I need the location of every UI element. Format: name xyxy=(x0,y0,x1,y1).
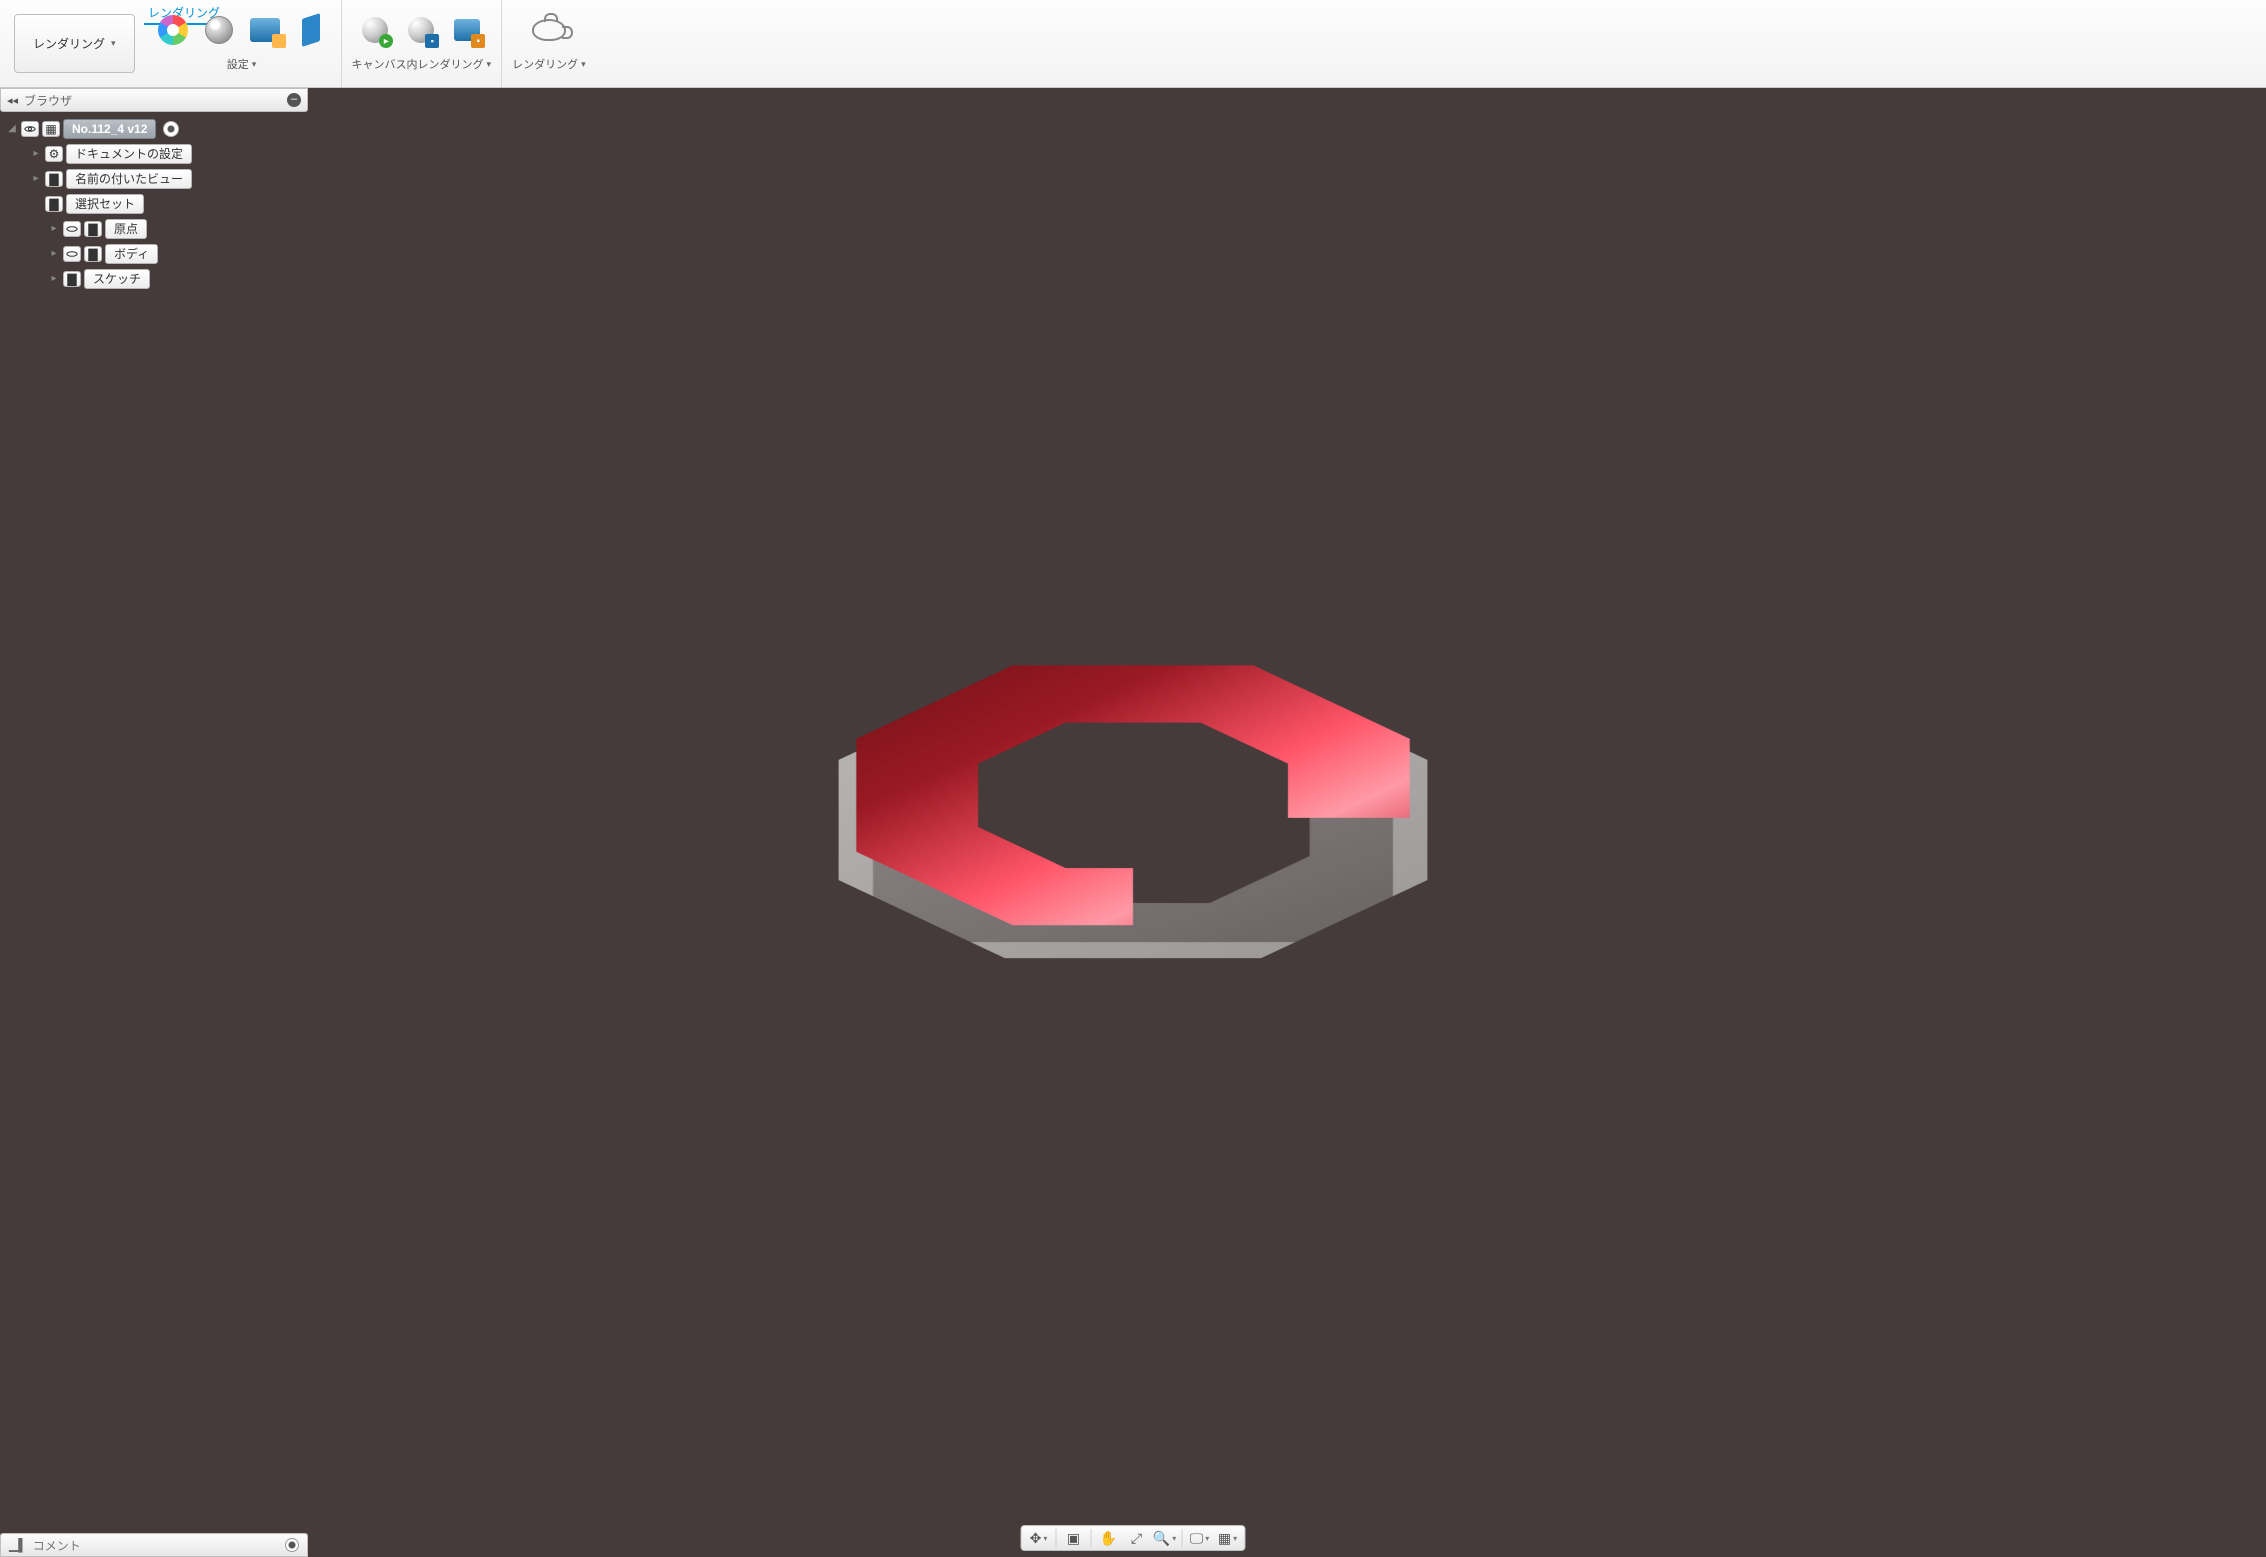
tree-item-document-settings[interactable]: ▸ ⚙ ドキュメントの設定 xyxy=(0,141,308,166)
appearance-button[interactable] xyxy=(153,10,193,50)
tree-twisty[interactable]: ▸ xyxy=(48,273,60,284)
teapot-icon xyxy=(532,19,566,41)
incanvas-save-button[interactable]: ▪ xyxy=(401,10,441,50)
tree-item-selection-sets[interactable]: ▸ ▇ 選択セット xyxy=(0,191,308,216)
tree-twisty[interactable]: ▸ xyxy=(30,173,42,184)
folder-icon: ▇ xyxy=(63,271,81,287)
eye-icon xyxy=(66,248,78,260)
comments-bar: ▁▌ コメント xyxy=(0,1533,308,1557)
tree-item-named-views[interactable]: ▸ ▇ 名前の付いたビュー xyxy=(0,166,308,191)
viewport[interactable]: ◂◂ ブラウザ – ◢ ▦ No.112_4 v12 ▸ ⚙ ドキュメントの設定… xyxy=(0,88,2266,1557)
texture-map-button[interactable] xyxy=(291,10,331,50)
model-preview xyxy=(813,670,1453,970)
visibility-toggle[interactable] xyxy=(63,246,81,262)
orbit-button[interactable]: ✥ xyxy=(1026,1527,1052,1549)
browser-minimize-button[interactable]: – xyxy=(287,93,301,107)
save-badge-icon: ▪ xyxy=(425,34,439,48)
eye-icon xyxy=(24,123,36,135)
visibility-toggle[interactable] xyxy=(63,221,81,237)
tree-item-sketches[interactable]: ▸ ▇ スケッチ xyxy=(0,266,308,291)
comments-toggle[interactable] xyxy=(285,1538,299,1552)
zoom-window-button[interactable]: 🔍 xyxy=(1152,1527,1178,1549)
look-at-button[interactable]: ▣ xyxy=(1061,1527,1087,1549)
toolbar-group-setup: 設定 xyxy=(143,0,342,87)
comments-label: コメント xyxy=(33,1537,81,1554)
incanvas-settings-button[interactable]: ▪ xyxy=(447,10,487,50)
decal-icon xyxy=(250,18,280,42)
decal-button[interactable] xyxy=(245,10,285,50)
sphere-icon xyxy=(205,16,233,44)
comments-expand-button[interactable]: ▁▌ xyxy=(9,1538,27,1552)
setup-caption[interactable]: 設定 xyxy=(227,56,257,72)
browser-title: ブラウザ xyxy=(24,92,281,109)
scene-settings-button[interactable] xyxy=(199,10,239,50)
eye-icon xyxy=(66,223,78,235)
render-caption[interactable]: レンダリング xyxy=(512,56,586,72)
tree-root-label[interactable]: No.112_4 v12 xyxy=(63,119,156,139)
tree-label[interactable]: スケッチ xyxy=(84,269,150,289)
tree-label[interactable]: ボディ xyxy=(105,244,158,264)
toolbar-group-canvas-render: ▸ ▪ ▪ キャンバス内レンダリング xyxy=(342,0,503,87)
zoom-button[interactable]: ⤢ xyxy=(1124,1527,1150,1549)
disk-badge-icon: ▪ xyxy=(471,34,485,48)
incanvas-start-button[interactable]: ▸ xyxy=(355,10,395,50)
gear-icon: ⚙ xyxy=(45,146,63,162)
folder-icon: ▇ xyxy=(84,221,102,237)
tree-twisty[interactable]: ▸ xyxy=(48,248,60,259)
tree-twisty[interactable]: ▸ xyxy=(48,223,60,234)
tree-label[interactable]: 名前の付いたビュー xyxy=(66,169,192,189)
folder-icon: ▇ xyxy=(45,171,63,187)
workspace-switcher[interactable]: レンダリング▾ xyxy=(14,14,135,73)
display-settings-button[interactable]: 🖵 xyxy=(1187,1527,1213,1549)
browser-tree: ◢ ▦ No.112_4 v12 ▸ ⚙ ドキュメントの設定 ▸ ▇ 名前の付い… xyxy=(0,112,308,295)
browser-panel: ◂◂ ブラウザ – ◢ ▦ No.112_4 v12 ▸ ⚙ ドキュメントの設定… xyxy=(0,88,308,295)
toolbar-group-render: レンダリング xyxy=(502,0,596,87)
folder-icon: ▇ xyxy=(84,246,102,262)
component-icon: ▦ xyxy=(42,121,60,137)
tree-item-origin[interactable]: ▸ ▇ 原点 xyxy=(0,216,308,241)
browser-header: ◂◂ ブラウザ – xyxy=(0,88,308,112)
tree-root[interactable]: ◢ ▦ No.112_4 v12 xyxy=(0,116,308,141)
visibility-toggle[interactable] xyxy=(21,121,39,137)
navigation-bar: ✥ ▣ ✋ ⤢ 🔍 🖵 ▦ xyxy=(1021,1525,1246,1551)
tree-twisty[interactable]: ▸ xyxy=(30,148,42,159)
canvas-render-caption[interactable]: キャンバス内レンダリング xyxy=(352,56,492,72)
tree-item-bodies[interactable]: ▸ ▇ ボディ xyxy=(0,241,308,266)
grid-settings-button[interactable]: ▦ xyxy=(1215,1527,1241,1549)
tree-twisty[interactable]: ◢ xyxy=(6,123,18,134)
browser-collapse-button[interactable]: ◂◂ xyxy=(7,94,18,107)
tree-label[interactable]: 原点 xyxy=(105,219,147,239)
activate-radio[interactable] xyxy=(163,121,179,137)
tree-label[interactable]: 選択セット xyxy=(66,194,144,214)
folder-icon: ▇ xyxy=(45,196,63,212)
tree-label[interactable]: ドキュメントの設定 xyxy=(66,144,192,164)
render-button[interactable] xyxy=(529,10,569,50)
texture-icon xyxy=(302,13,320,47)
color-wheel-icon xyxy=(158,15,188,45)
toolbar: レンダリング レンダリング▾ 設定 ▸ xyxy=(0,0,2266,88)
pan-button[interactable]: ✋ xyxy=(1096,1527,1122,1549)
play-badge-icon: ▸ xyxy=(379,34,393,48)
